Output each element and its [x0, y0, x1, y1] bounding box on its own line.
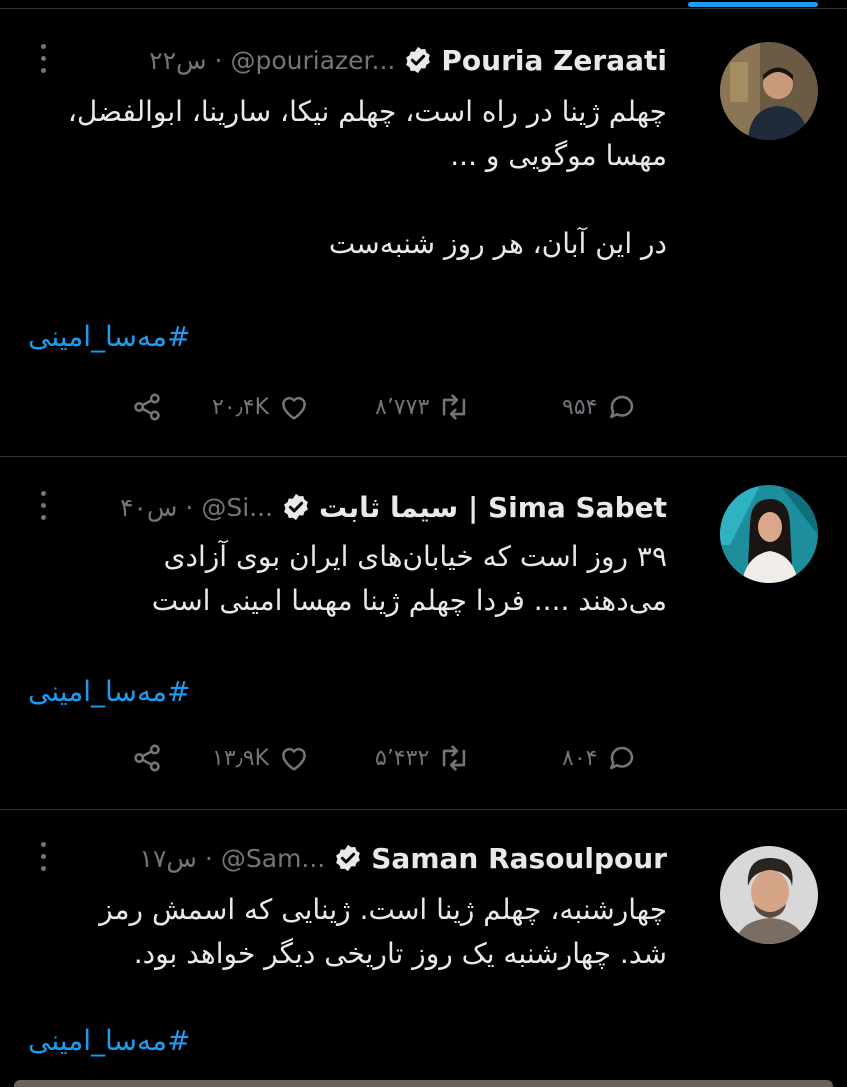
tweet-1[interactable]: ۲۲س · @pouriazer... Pouria Zeraati چهلم …: [0, 12, 847, 457]
hashtag-link[interactable]: #مه‌سا_امینی: [28, 675, 190, 708]
avatar[interactable]: [720, 42, 818, 140]
reply-icon: [610, 746, 634, 770]
more-options-icon[interactable]: [36, 42, 52, 76]
share-button[interactable]: [130, 741, 164, 775]
user-handle[interactable]: @Si...: [201, 493, 273, 522]
tweet-2[interactable]: ۴۰س · @Si... Sima Sabet | سیما ثابت ۳۹ ر…: [0, 457, 847, 810]
user-handle[interactable]: @Sam...: [221, 844, 325, 873]
tweet-time[interactable]: ۱۷س: [140, 844, 197, 873]
tweet-text: ۳۹ روز است که خیابان‌های ایران بوی آزادی…: [151, 540, 667, 617]
share-icon: [134, 393, 160, 421]
user-handle[interactable]: @pouriazer...: [230, 46, 395, 75]
tweet-time[interactable]: ۴۰س: [120, 493, 177, 522]
reply-count: ۸۰۴: [562, 745, 598, 771]
display-name[interactable]: Pouria Zeraati: [441, 44, 667, 77]
like-button[interactable]: ۲۰٫۴K: [212, 390, 311, 424]
heart-icon: [282, 747, 306, 771]
avatar[interactable]: [720, 846, 818, 944]
more-options-icon[interactable]: [36, 840, 52, 874]
tweet-3[interactable]: ۱۷س · @Sam... Saman Rasoulpour چهارشنبه،…: [0, 810, 847, 1087]
separator-dot: ·: [185, 492, 194, 522]
tweet-header: ۲۲س · @pouriazer... Pouria Zeraati: [149, 40, 667, 80]
retweet-button[interactable]: ۵٬۴۳۲: [375, 741, 471, 775]
retweet-button[interactable]: ۸٬۷۷۳: [375, 390, 471, 424]
verified-badge-icon: [281, 492, 311, 522]
like-count: ۲۰٫۴K: [212, 394, 270, 420]
separator-dot: ·: [214, 45, 223, 75]
avatar[interactable]: [720, 485, 818, 583]
reply-button[interactable]: ۹۵۴: [562, 390, 639, 424]
share-button[interactable]: [130, 390, 164, 424]
verified-badge-icon: [333, 843, 363, 873]
tweet-header: ۱۷س · @Sam... Saman Rasoulpour: [140, 838, 667, 878]
hashtag-link[interactable]: #مه‌سا_امینی: [28, 1024, 190, 1057]
display-name[interactable]: Sima Sabet | سیما ثابت: [319, 491, 667, 524]
separator-dot: ·: [204, 843, 213, 873]
top-divider: [0, 8, 847, 9]
retweet-icon: [443, 745, 466, 771]
verified-badge-icon: [403, 45, 433, 75]
active-tab-indicator: [688, 2, 818, 7]
heart-icon: [282, 396, 306, 420]
retweet-count: ۸٬۷۷۳: [375, 394, 430, 420]
reply-count: ۹۵۴: [562, 394, 598, 420]
reply-icon: [610, 395, 634, 419]
retweet-count: ۵٬۴۳۲: [375, 745, 430, 771]
reply-button[interactable]: ۸۰۴: [562, 741, 639, 775]
tweet-header: ۴۰س · @Si... Sima Sabet | سیما ثابت: [120, 487, 667, 527]
tweet-actions: ۸۰۴ ۵٬۴۳۲ ۱۳٫۹K: [0, 741, 847, 781]
like-button[interactable]: ۱۳٫۹K: [212, 741, 311, 775]
more-options-icon[interactable]: [36, 489, 52, 523]
top-tab-bar: [0, 0, 847, 10]
tweet-actions: ۹۵۴ ۸٬۷۷۳ ۲۰٫۴K: [0, 390, 847, 430]
like-count: ۱۳٫۹K: [212, 745, 270, 771]
display-name[interactable]: Saman Rasoulpour: [371, 842, 667, 875]
retweet-icon: [443, 394, 466, 420]
hashtag-link[interactable]: #مه‌سا_امینی: [28, 320, 190, 353]
tweet-text: چهلم ژینا در راه است، چهلم نیکا، سارینا،…: [67, 95, 667, 260]
share-icon: [134, 744, 160, 772]
tweet-text: چهارشنبه، چهلم ژینا است. ژینایی که اسمش …: [99, 893, 667, 970]
tweet-time[interactable]: ۲۲س: [149, 46, 206, 75]
media-preview[interactable]: [14, 1080, 833, 1087]
